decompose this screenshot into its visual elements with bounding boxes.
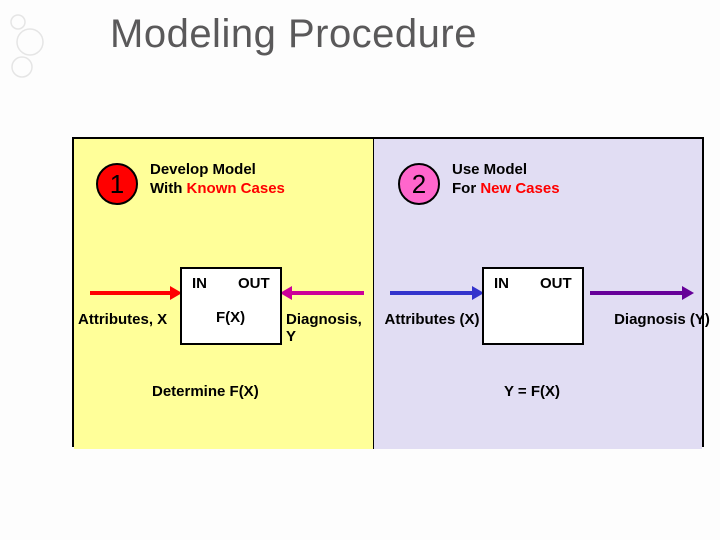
model-box-left: IN OUT F(X): [180, 267, 282, 345]
box-fx-label: F(X): [216, 309, 245, 326]
diagnosis-y-label: Diagnosis, Y: [286, 311, 373, 345]
page-title: Modeling Procedure: [110, 12, 477, 57]
panel-develop: 1 Develop Model With Known Cases IN OUT …: [74, 139, 374, 449]
attributes-x-paren-label: Attributes (X): [376, 311, 488, 328]
step-2-line1: Use Model: [452, 161, 527, 178]
step-1-text: Develop Model With Known Cases: [150, 161, 285, 199]
box-out-label: OUT: [238, 275, 270, 292]
diagnosis-y-paren-label: Diagnosis (Y): [612, 311, 712, 328]
step-1-circle: 1: [96, 163, 138, 205]
step-2-keyword: New Cases: [480, 180, 559, 197]
box-out-label-r: OUT: [540, 275, 572, 292]
box-in-label: IN: [192, 275, 207, 292]
arrow-out-left: [280, 291, 372, 295]
step-2-circle: 2: [398, 163, 440, 205]
panel-use: 2 Use Model For New Cases IN OUT Attribu…: [374, 139, 702, 449]
box-in-label-r: IN: [494, 275, 509, 292]
step-1-line1: Develop Model: [150, 161, 256, 178]
step-2-text: Use Model For New Cases: [452, 161, 560, 199]
determine-fx-label: Determine F(X): [152, 383, 259, 400]
step-2-line2a: For: [452, 180, 480, 197]
model-box-right: IN OUT: [482, 267, 584, 345]
diagram-frame: 1 Develop Model With Known Cases IN OUT …: [72, 137, 704, 447]
step-1-keyword: Known Cases: [187, 180, 285, 197]
arrow-in-left: [82, 291, 182, 295]
attributes-x-label: Attributes, X: [78, 311, 167, 328]
arrow-in-right: [382, 291, 484, 295]
arrow-out-right: [582, 291, 694, 295]
step-1-line2a: With: [150, 180, 187, 197]
y-equals-fx-label: Y = F(X): [504, 383, 560, 400]
decorative-circles: [10, 12, 60, 92]
